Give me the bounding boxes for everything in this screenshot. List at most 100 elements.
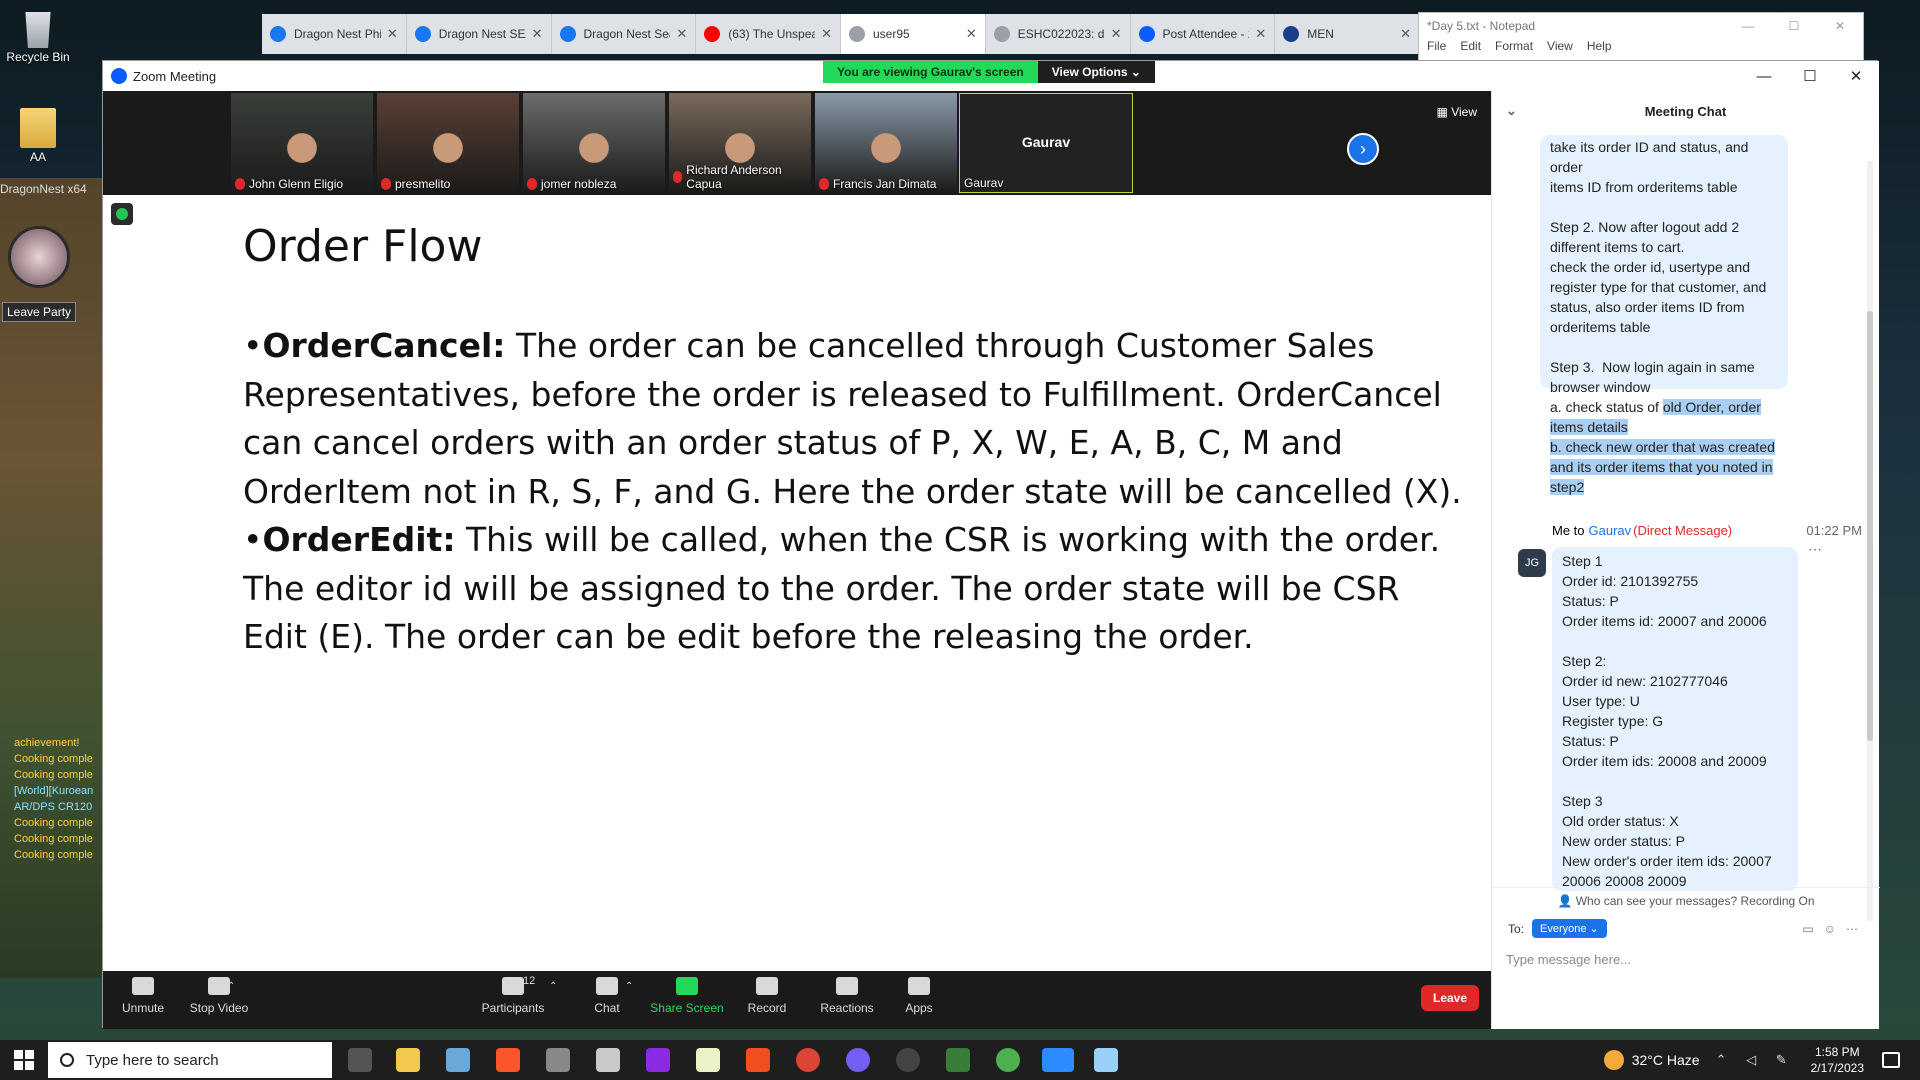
video-options-caret-icon[interactable]: ⌃ bbox=[227, 981, 235, 992]
notepad-icon[interactable] bbox=[696, 1048, 720, 1072]
notepad-menu-item[interactable]: Format bbox=[1495, 39, 1533, 53]
next-page-icon[interactable]: › bbox=[1347, 133, 1379, 165]
chat-message-input[interactable] bbox=[1506, 947, 1866, 971]
close-icon[interactable]: ✕ bbox=[1833, 61, 1879, 91]
trash-icon bbox=[25, 12, 51, 48]
brave-browser-icon[interactable] bbox=[496, 1048, 520, 1072]
video-tile[interactable]: presmelito bbox=[377, 93, 519, 193]
leave-button[interactable]: Leave bbox=[1421, 985, 1480, 1011]
close-tab-icon[interactable]: ✕ bbox=[1400, 26, 1411, 42]
security-shield-icon[interactable] bbox=[111, 203, 133, 225]
zoom-icon bbox=[1138, 26, 1155, 42]
recycle-bin-icon[interactable]: Recycle Bin bbox=[0, 8, 76, 64]
clock[interactable]: 1:58 PM 2/17/2023 bbox=[1811, 1044, 1864, 1076]
audio-options-caret-icon[interactable]: ⌃ bbox=[145, 981, 153, 992]
game-title: DragonNest x64 bbox=[0, 182, 87, 196]
figma-icon[interactable] bbox=[746, 1048, 770, 1072]
close-tab-icon[interactable]: ✕ bbox=[676, 26, 687, 42]
emoji-icon[interactable]: ☺ bbox=[1824, 922, 1846, 936]
leave-party-button[interactable]: Leave Party bbox=[2, 302, 77, 322]
participants-caret-icon[interactable]: ⌃ bbox=[549, 981, 557, 992]
notepad-icon[interactable] bbox=[1094, 1048, 1118, 1072]
close-tab-icon[interactable]: ✕ bbox=[532, 26, 543, 42]
notepad-menu-item[interactable]: File bbox=[1427, 39, 1446, 53]
folder-aa[interactable]: AA bbox=[0, 108, 76, 164]
photos-icon[interactable] bbox=[546, 1048, 570, 1072]
browser-tab[interactable]: ESHC022023: dat ✕ bbox=[986, 14, 1131, 54]
close-icon[interactable]: ✕ bbox=[1817, 19, 1863, 33]
browser-tab[interactable]: (63) The Unspeak ✕ bbox=[696, 14, 841, 54]
view-button[interactable]: ▦ View bbox=[1437, 105, 1477, 119]
chevron-down-icon[interactable]: ⌄ bbox=[1506, 103, 1517, 119]
close-tab-icon[interactable]: ✕ bbox=[387, 26, 398, 42]
participants-icon bbox=[502, 977, 524, 995]
browser-tab[interactable]: user95 ✕ bbox=[841, 14, 986, 54]
meeting-toolbar: Unmute ⌃ Stop Video ⌃ 12 Participants ⌃ C… bbox=[103, 971, 1491, 1029]
share-screen-button[interactable]: Share Screen bbox=[647, 977, 727, 1015]
file-icon[interactable]: ▭ bbox=[1802, 922, 1823, 936]
tab-label: (63) The Unspeak bbox=[728, 27, 816, 41]
chat-visibility-notice[interactable]: 👤 Who can see your messages? Recording O… bbox=[1492, 887, 1880, 908]
more-icon[interactable]: ⋯ bbox=[1846, 922, 1868, 936]
chat-button[interactable]: Chat bbox=[567, 977, 647, 1015]
browser-tab[interactable]: Dragon Nest Sea ✕ bbox=[552, 14, 697, 54]
video-tile[interactable]: Francis Jan Dimata bbox=[815, 93, 957, 193]
task-view-icon[interactable] bbox=[348, 1048, 372, 1072]
weather-text[interactable]: 32°C Haze bbox=[1632, 1052, 1700, 1068]
browser-tab[interactable]: Dragon Nest Phil ✕ bbox=[262, 14, 407, 54]
obs-icon[interactable] bbox=[896, 1048, 920, 1072]
notepad-menu-item[interactable]: View bbox=[1547, 39, 1573, 53]
chat-message-previous: take its order ID and status, and order … bbox=[1540, 135, 1788, 495]
chrome-icon[interactable] bbox=[796, 1048, 820, 1072]
taskbar-search[interactable]: Type here to search bbox=[48, 1042, 332, 1078]
chat-caret-icon[interactable]: ⌃ bbox=[625, 981, 633, 992]
maximize-icon[interactable]: ☐ bbox=[1771, 19, 1817, 33]
tab-label: MEN bbox=[1307, 27, 1334, 41]
microphone-muted-icon bbox=[527, 178, 537, 190]
view-options-button[interactable]: View Options ⌄ bbox=[1037, 61, 1155, 83]
viber-icon[interactable] bbox=[846, 1048, 870, 1072]
app-icon[interactable] bbox=[446, 1048, 470, 1072]
video-tile[interactable]: jomer nobleza bbox=[523, 93, 665, 193]
notepad-menu-item[interactable]: Help bbox=[1587, 39, 1612, 53]
record-button[interactable]: Record bbox=[727, 977, 807, 1015]
close-tab-icon[interactable]: ✕ bbox=[1255, 26, 1266, 42]
windows-start-icon[interactable] bbox=[14, 1050, 34, 1070]
tray-icons[interactable]: ⌃ ◁ ✎ bbox=[1716, 1052, 1795, 1068]
notification-icon[interactable] bbox=[1882, 1052, 1900, 1068]
participant-name: John Glenn Eligio bbox=[249, 177, 344, 191]
intellij-icon[interactable] bbox=[646, 1048, 670, 1072]
notepad-menu-item[interactable]: Edit bbox=[1460, 39, 1481, 53]
participants-button[interactable]: 12 Participants bbox=[473, 975, 553, 1015]
message-recipient[interactable]: Gaurav bbox=[1589, 523, 1632, 538]
minimize-icon[interactable]: — bbox=[1741, 61, 1787, 91]
more-options-icon[interactable]: ⋯ bbox=[1808, 541, 1822, 558]
chat-scrollbar[interactable] bbox=[1867, 161, 1873, 921]
recipient-select[interactable]: Everyone ⌄ bbox=[1532, 919, 1607, 938]
unmute-button[interactable]: Unmute bbox=[103, 977, 183, 1015]
video-tile[interactable]: John Glenn Eligio bbox=[231, 93, 373, 193]
close-tab-icon[interactable]: ✕ bbox=[1111, 26, 1122, 42]
stop-video-button[interactable]: Stop Video bbox=[179, 977, 259, 1015]
maximize-icon[interactable]: ☐ bbox=[1787, 61, 1833, 91]
reactions-button[interactable]: Reactions bbox=[807, 977, 887, 1015]
minimize-icon[interactable]: — bbox=[1725, 19, 1771, 33]
browser-tab[interactable]: MEN ✕ bbox=[1275, 14, 1420, 54]
apps-button[interactable]: Apps bbox=[879, 977, 959, 1015]
close-tab-icon[interactable]: ✕ bbox=[966, 26, 977, 42]
viewing-message: You are viewing Gaurav's screen bbox=[823, 61, 1038, 83]
zoom-icon[interactable] bbox=[1042, 1048, 1074, 1072]
chat-label: Chat bbox=[594, 1001, 620, 1015]
close-tab-icon[interactable]: ✕ bbox=[821, 26, 832, 42]
app-icon[interactable] bbox=[596, 1048, 620, 1072]
edge-icon[interactable] bbox=[996, 1048, 1020, 1072]
browser-tab[interactable]: Dragon Nest SEA ✕ bbox=[407, 14, 552, 54]
game-icon[interactable] bbox=[946, 1048, 970, 1072]
file-explorer-icon[interactable] bbox=[396, 1048, 420, 1072]
video-tile[interactable]: Richard Anderson Capua bbox=[669, 93, 811, 193]
browser-tab[interactable]: Post Attendee - 2 ✕ bbox=[1131, 14, 1276, 54]
presentation-slide: Order Flow •OrderCancel: The order can b… bbox=[243, 221, 1473, 662]
message-time: 01:22 PM bbox=[1806, 523, 1862, 538]
facebook-icon bbox=[559, 26, 576, 42]
video-tile-active[interactable]: Gaurav Gaurav bbox=[959, 93, 1133, 193]
